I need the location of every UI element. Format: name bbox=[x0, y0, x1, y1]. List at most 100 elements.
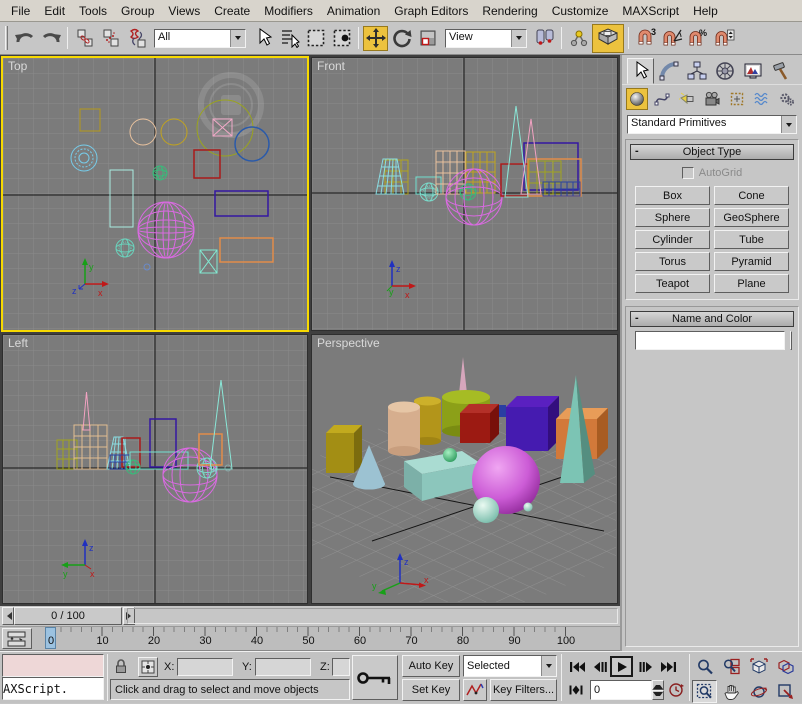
primitive-category-arrow[interactable] bbox=[781, 116, 796, 133]
zoom-extents-button[interactable] bbox=[746, 655, 771, 678]
menu-views[interactable]: Views bbox=[161, 1, 207, 21]
select-object-button[interactable] bbox=[251, 26, 276, 51]
mini-curve-editor-button[interactable] bbox=[2, 628, 32, 649]
window-crossing-toggle-button[interactable] bbox=[329, 26, 354, 51]
viewport-top-canvas[interactable]: y x z bbox=[3, 58, 307, 330]
subcat-systems[interactable] bbox=[776, 88, 798, 110]
maxscript-mini-listener[interactable]: AXScript. bbox=[2, 654, 104, 700]
select-and-link-button[interactable] bbox=[72, 26, 97, 51]
toolbar-grip[interactable] bbox=[5, 26, 8, 50]
region-zoom-button[interactable] bbox=[692, 680, 717, 703]
subcat-geometry[interactable] bbox=[626, 88, 648, 110]
spinner-up-button[interactable] bbox=[652, 680, 664, 690]
play-animation-button[interactable] bbox=[610, 656, 633, 677]
unlink-selection-button[interactable] bbox=[98, 26, 123, 51]
viewport-perspective-canvas[interactable]: z x y bbox=[312, 335, 617, 603]
selection-filter-dropdown[interactable]: All bbox=[154, 29, 246, 48]
frame-spinner[interactable] bbox=[652, 680, 664, 700]
set-keys-button[interactable] bbox=[352, 655, 398, 700]
selection-filter-arrow[interactable] bbox=[230, 30, 245, 47]
spinner-snap-toggle-button[interactable] bbox=[711, 26, 736, 51]
z-coordinate-field[interactable] bbox=[332, 658, 350, 676]
rectangular-selection-region-button[interactable] bbox=[303, 26, 328, 51]
time-slider-track[interactable] bbox=[127, 608, 618, 624]
listener-macro-row[interactable] bbox=[2, 654, 104, 677]
subcat-cameras[interactable] bbox=[701, 88, 723, 110]
time-slider-prev-button[interactable] bbox=[2, 607, 14, 625]
keyboard-shortcut-override-button[interactable] bbox=[592, 24, 624, 53]
next-frame-button[interactable] bbox=[636, 656, 657, 677]
tab-motion[interactable] bbox=[711, 58, 738, 84]
spinner-down-button[interactable] bbox=[652, 690, 664, 700]
key-selection-arrow[interactable] bbox=[541, 656, 556, 676]
tab-hierarchy[interactable] bbox=[683, 58, 710, 84]
reference-coordinate-arrow[interactable] bbox=[511, 30, 526, 47]
bind-to-space-warp-button[interactable] bbox=[124, 26, 149, 51]
set-key-button[interactable]: Set Key bbox=[402, 679, 460, 701]
select-and-scale-button[interactable] bbox=[415, 26, 440, 51]
key-selection-dropdown[interactable]: Selected bbox=[463, 655, 557, 677]
tab-create[interactable] bbox=[627, 58, 654, 84]
autogrid-checkbox[interactable] bbox=[682, 167, 694, 179]
auto-key-button[interactable]: Auto Key bbox=[402, 655, 460, 677]
x-coordinate-field[interactable] bbox=[177, 658, 233, 676]
pan-view-button[interactable] bbox=[719, 680, 744, 703]
menu-rendering[interactable]: Rendering bbox=[475, 1, 544, 21]
select-and-rotate-button[interactable] bbox=[389, 26, 414, 51]
object-color-swatch[interactable] bbox=[790, 331, 792, 350]
object-name-input[interactable] bbox=[635, 331, 785, 350]
previous-frame-button[interactable] bbox=[589, 656, 610, 677]
tube-button[interactable]: Tube bbox=[714, 230, 789, 249]
name-color-rollout-header[interactable]: - Name and Color bbox=[630, 311, 794, 327]
menu-edit[interactable]: Edit bbox=[37, 1, 72, 21]
viewport-left-canvas[interactable]: z y x bbox=[3, 335, 307, 603]
absolute-offset-toggle[interactable] bbox=[138, 657, 158, 677]
zoom-all-button[interactable] bbox=[719, 655, 744, 678]
menu-tools[interactable]: Tools bbox=[72, 1, 114, 21]
viewport-front[interactable]: z x y Front bbox=[311, 57, 618, 331]
menu-animation[interactable]: Animation bbox=[320, 1, 387, 21]
subcat-shapes[interactable] bbox=[651, 88, 673, 110]
viewport-left[interactable]: z y x Left bbox=[2, 334, 308, 604]
min-max-toggle-button[interactable] bbox=[773, 680, 798, 703]
subcat-space-warps[interactable] bbox=[751, 88, 773, 110]
time-configuration-button[interactable] bbox=[666, 680, 686, 700]
key-mode-toggle-button[interactable] bbox=[566, 680, 586, 700]
menu-file[interactable]: File bbox=[4, 1, 37, 21]
geosphere-button[interactable]: GeoSphere bbox=[714, 208, 789, 227]
zoom-button[interactable] bbox=[692, 655, 717, 678]
cylinder-button[interactable]: Cylinder bbox=[635, 230, 710, 249]
subcat-helpers[interactable] bbox=[726, 88, 748, 110]
use-pivot-point-center-button[interactable] bbox=[532, 26, 557, 51]
zoom-extents-all-button[interactable] bbox=[773, 655, 798, 678]
current-frame-field[interactable]: 0 bbox=[590, 680, 652, 700]
go-to-start-button[interactable] bbox=[566, 656, 587, 677]
viewport-perspective[interactable]: z x y Perspective bbox=[311, 334, 618, 604]
arc-rotate-button[interactable] bbox=[746, 680, 771, 703]
primitive-category-dropdown[interactable]: Standard Primitives bbox=[627, 115, 797, 134]
snap-toggle-3d-button[interactable]: 3 bbox=[633, 26, 658, 51]
box-button[interactable]: Box bbox=[635, 186, 710, 205]
pyramid-button[interactable]: Pyramid bbox=[714, 252, 789, 271]
listener-output-row[interactable]: AXScript. bbox=[2, 677, 104, 700]
cone-button[interactable]: Cone bbox=[714, 186, 789, 205]
y-coordinate-field[interactable] bbox=[255, 658, 311, 676]
select-by-name-button[interactable] bbox=[277, 26, 302, 51]
viewport-front-canvas[interactable]: z x y bbox=[312, 58, 617, 330]
key-filters-button[interactable]: Key Filters... bbox=[490, 679, 557, 701]
select-and-move-button[interactable] bbox=[363, 26, 388, 51]
tab-display[interactable] bbox=[739, 58, 766, 84]
percent-snap-toggle-button[interactable]: % bbox=[685, 26, 710, 51]
menu-customize[interactable]: Customize bbox=[545, 1, 616, 21]
reference-coordinate-dropdown[interactable]: View bbox=[445, 29, 527, 48]
object-type-rollout-header[interactable]: - Object Type bbox=[630, 144, 794, 160]
menu-modifiers[interactable]: Modifiers bbox=[257, 1, 320, 21]
track-bar-ruler[interactable]: 0 10 20 30 40 50 60 70 80 90 100 bbox=[34, 627, 618, 650]
subcat-lights[interactable] bbox=[676, 88, 698, 110]
tab-modify[interactable] bbox=[655, 58, 682, 84]
select-and-manipulate-button[interactable] bbox=[566, 26, 591, 51]
go-to-end-button[interactable] bbox=[658, 656, 679, 677]
plane-button[interactable]: Plane bbox=[714, 274, 789, 293]
menu-create[interactable]: Create bbox=[207, 1, 257, 21]
angle-snap-toggle-button[interactable] bbox=[659, 26, 684, 51]
